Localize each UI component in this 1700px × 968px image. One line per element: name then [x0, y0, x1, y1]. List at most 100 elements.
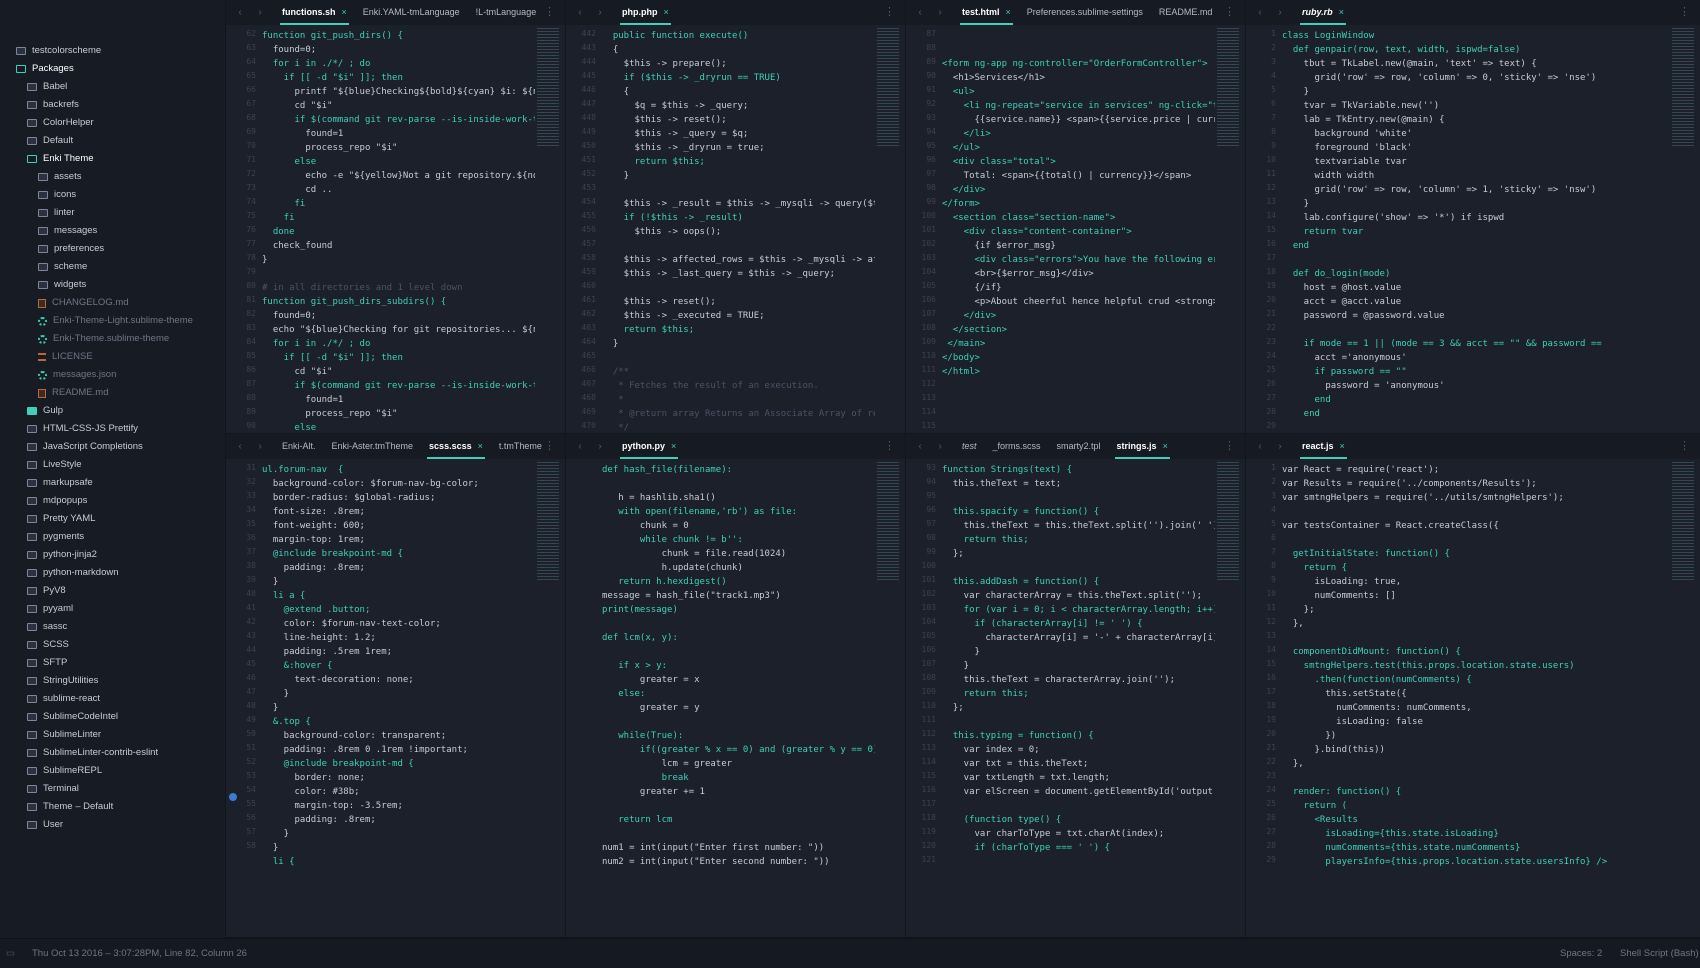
sidebar-item[interactable]: messages: [0, 222, 225, 240]
sidebar-item[interactable]: StringUtilities: [0, 672, 225, 690]
sidebar-item[interactable]: SublimeREPL: [0, 762, 225, 780]
tab-nav[interactable]: ‹ ›: [226, 7, 274, 18]
tab[interactable]: react.js ×: [1294, 434, 1353, 459]
chevron-left-icon[interactable]: ‹: [1258, 441, 1261, 452]
more-options-icon[interactable]: ⋮: [884, 6, 895, 18]
sidebar-item[interactable]: testcolorscheme: [0, 42, 225, 60]
sidebar-item[interactable]: SublimeCodeIntel: [0, 708, 225, 726]
chevron-right-icon[interactable]: ›: [598, 441, 601, 452]
tab[interactable]: README.md: [1151, 0, 1221, 25]
minimap[interactable]: [1217, 462, 1239, 582]
pane-functions-sh[interactable]: ‹ › functions.sh × Enki.YAML-tmLanguage !L-tm…: [225, 0, 565, 434]
sidebar-item[interactable]: markupsafe: [0, 474, 225, 492]
tab-nav[interactable]: ‹ ›: [226, 441, 274, 452]
breakpoint-marker[interactable]: [229, 793, 237, 801]
sidebar-item[interactable]: ColorHelper: [0, 114, 225, 132]
code-area[interactable]: var React = require('react'); var Results…: [1282, 463, 1670, 937]
sidebar-item[interactable]: backrefs: [0, 96, 225, 114]
sidebar-item[interactable]: SublimeLinter: [0, 726, 225, 744]
sidebar-item[interactable]: linter: [0, 204, 225, 222]
sidebar-item[interactable]: scheme: [0, 258, 225, 276]
tab[interactable]: !L-tmLanguage: [468, 0, 545, 25]
tab[interactable]: functions.sh ×: [274, 0, 355, 25]
sidebar-item[interactable]: Terminal: [0, 780, 225, 798]
chevron-right-icon[interactable]: ›: [258, 7, 261, 18]
sidebar-item[interactable]: HTML-CSS-JS Prettify: [0, 420, 225, 438]
tab-nav[interactable]: ‹ ›: [906, 7, 954, 18]
minimap[interactable]: [537, 28, 559, 148]
tab[interactable]: ruby.rb ×: [1294, 0, 1352, 25]
sidebar-item[interactable]: pyyaml: [0, 600, 225, 618]
code-area[interactable]: ul.forum-nav { background-color: $forum-…: [262, 463, 535, 937]
chevron-left-icon[interactable]: ‹: [918, 441, 921, 452]
chevron-left-icon[interactable]: ‹: [578, 441, 581, 452]
chevron-left-icon[interactable]: ‹: [578, 7, 581, 18]
code-area[interactable]: def hash_file(filename): h = hashlib.sha…: [602, 463, 875, 937]
sidebar-item[interactable]: PyV8: [0, 582, 225, 600]
panel-toggle-icon[interactable]: ▭: [6, 948, 15, 959]
chevron-right-icon[interactable]: ›: [938, 7, 941, 18]
sidebar-item[interactable]: widgets: [0, 276, 225, 294]
chevron-right-icon[interactable]: ›: [938, 441, 941, 452]
sidebar-item[interactable]: assets: [0, 168, 225, 186]
pane-php[interactable]: ‹ › php.php × ⋮ 442 443 444 445 446 447 448 449 450 45…: [565, 0, 905, 434]
close-icon[interactable]: ×: [1340, 441, 1345, 451]
chevron-left-icon[interactable]: ‹: [918, 7, 921, 18]
sidebar-item[interactable]: python-markdown: [0, 564, 225, 582]
chevron-right-icon[interactable]: ›: [1278, 441, 1281, 452]
tab-nav[interactable]: ‹ ›: [1246, 7, 1294, 18]
minimap[interactable]: [877, 28, 899, 148]
sidebar-item[interactable]: python-jinja2: [0, 546, 225, 564]
close-icon[interactable]: ×: [1006, 7, 1011, 17]
tab[interactable]: scss.scss ×: [421, 434, 491, 459]
sidebar-item[interactable]: User: [0, 816, 225, 834]
tab-nav[interactable]: ‹ ›: [1246, 441, 1294, 452]
code-area[interactable]: function git_push_dirs() { found=0; for …: [262, 29, 535, 433]
sidebar-item[interactable]: pygments: [0, 528, 225, 546]
code-area[interactable]: <form ng-app ng-controller="OrderFormCon…: [942, 29, 1215, 433]
tab[interactable]: Preferences.sublime-settings: [1019, 0, 1151, 25]
sidebar-item[interactable]: messages.json: [0, 366, 225, 384]
tab[interactable]: smarty2.tpl: [1049, 434, 1109, 459]
minimap[interactable]: [537, 462, 559, 582]
chevron-right-icon[interactable]: ›: [598, 7, 601, 18]
pane-test-html[interactable]: ‹ › test.html × Preferences.sublime-settings…: [905, 0, 1245, 434]
tab[interactable]: Enki-Aster.tmTheme: [324, 434, 422, 459]
tab[interactable]: test.html ×: [954, 0, 1019, 25]
tab[interactable]: _forms.scss: [985, 434, 1049, 459]
close-icon[interactable]: ×: [342, 7, 347, 17]
tab-nav[interactable]: ‹ ›: [566, 441, 614, 452]
sidebar-item[interactable]: Enki-Theme-Light.sublime-theme: [0, 312, 225, 330]
minimap[interactable]: [1672, 462, 1694, 582]
code-area[interactable]: public function execute() { $this -> pre…: [602, 29, 875, 433]
more-options-icon[interactable]: ⋮: [1679, 440, 1690, 452]
tab[interactable]: Enki-Alt.: [274, 434, 324, 459]
close-icon[interactable]: ×: [1339, 7, 1344, 17]
sidebar-item[interactable]: Enki-Theme.sublime-theme: [0, 330, 225, 348]
sidebar-item[interactable]: Default: [0, 132, 225, 150]
pane-react-js[interactable]: ‹ › react.js × ⋮ 1 2 3 4 5 6 7 8 9 10 11 12 13 14 15 16 17 18 1…: [1245, 434, 1700, 938]
sidebar-item[interactable]: Gulp: [0, 402, 225, 420]
indentation-indicator[interactable]: Spaces: 2: [1560, 948, 1602, 959]
sidebar-item[interactable]: SublimeLinter-contrib-eslint: [0, 744, 225, 762]
code-area[interactable]: function Strings(text) { this.theText = …: [942, 463, 1215, 937]
sidebar-item[interactable]: CHANGELOG.md: [0, 294, 225, 312]
sidebar-item[interactable]: Theme – Default: [0, 798, 225, 816]
more-options-icon[interactable]: ⋮: [884, 440, 895, 452]
tab[interactable]: t.tmTheme: [491, 434, 550, 459]
tab[interactable]: strings.js ×: [1109, 434, 1176, 459]
sidebar-item[interactable]: JavaScript Completions: [0, 438, 225, 456]
sidebar-item[interactable]: sassc: [0, 618, 225, 636]
more-options-icon[interactable]: ⋮: [1224, 6, 1235, 18]
sidebar-item[interactable]: README.md: [0, 384, 225, 402]
tab-nav[interactable]: ‹ ›: [906, 441, 954, 452]
more-options-icon[interactable]: ⋮: [544, 6, 555, 18]
minimap[interactable]: [1672, 28, 1694, 148]
chevron-left-icon[interactable]: ‹: [1258, 7, 1261, 18]
sidebar-item[interactable]: Packages: [0, 60, 225, 78]
chevron-right-icon[interactable]: ›: [1278, 7, 1281, 18]
pane-python[interactable]: ‹ › python.py × ⋮ def hash_file(filename): h …: [565, 434, 905, 938]
sidebar-item[interactable]: Babel: [0, 78, 225, 96]
tab[interactable]: test: [954, 434, 985, 459]
tab[interactable]: Enki.YAML-tmLanguage: [355, 0, 468, 25]
